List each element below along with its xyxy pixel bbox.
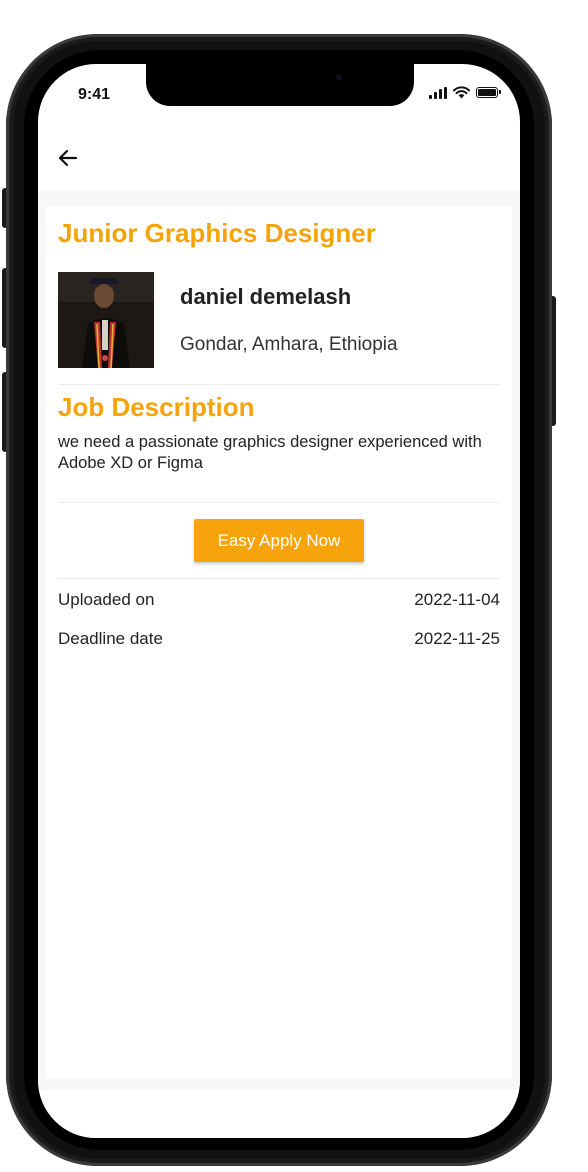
signal-icon xyxy=(429,86,447,99)
status-time: 9:41 xyxy=(78,86,111,103)
arrow-left-icon xyxy=(58,149,78,167)
deadline-date: 2022-11-25 xyxy=(414,629,500,648)
uploaded-row: Uploaded on 2022-11-04 xyxy=(58,590,500,614)
status-icons xyxy=(429,86,501,99)
deadline-label: Deadline date xyxy=(58,629,163,648)
phone-screen: 9:41 Junior Graphics Designer daniel dem… xyxy=(38,64,520,1138)
job-title: Junior Graphics Designer xyxy=(58,218,376,248)
divider xyxy=(58,578,500,579)
mockup-stage: 9:41 Junior Graphics Designer daniel dem… xyxy=(0,0,588,1172)
divider xyxy=(58,384,500,385)
avatar xyxy=(58,272,154,368)
job-detail-card: Junior Graphics Designer daniel demelash… xyxy=(46,206,512,1078)
bottom-strip xyxy=(38,1090,520,1138)
divider xyxy=(58,502,500,503)
deadline-row: Deadline date 2022-11-25 xyxy=(58,629,500,653)
phone-notch xyxy=(146,64,414,106)
back-button[interactable] xyxy=(54,144,82,172)
uploaded-label: Uploaded on xyxy=(58,590,155,609)
poster-profile: daniel demelash Gondar, Amhara, Ethiopia xyxy=(58,272,500,368)
app-bar xyxy=(38,124,520,190)
poster-location: Gondar, Amhara, Ethiopia xyxy=(180,334,398,355)
easy-apply-button[interactable]: Easy Apply Now xyxy=(194,519,364,562)
avatar-photo xyxy=(58,272,154,368)
battery-icon xyxy=(476,87,501,98)
description-heading: Job Description xyxy=(58,392,255,422)
camera-icon xyxy=(336,74,342,80)
job-description: we need a passionate graphics designer e… xyxy=(58,433,482,472)
poster-name: daniel demelash xyxy=(180,284,352,309)
uploaded-date: 2022-11-04 xyxy=(414,590,500,609)
wifi-icon xyxy=(453,86,470,99)
